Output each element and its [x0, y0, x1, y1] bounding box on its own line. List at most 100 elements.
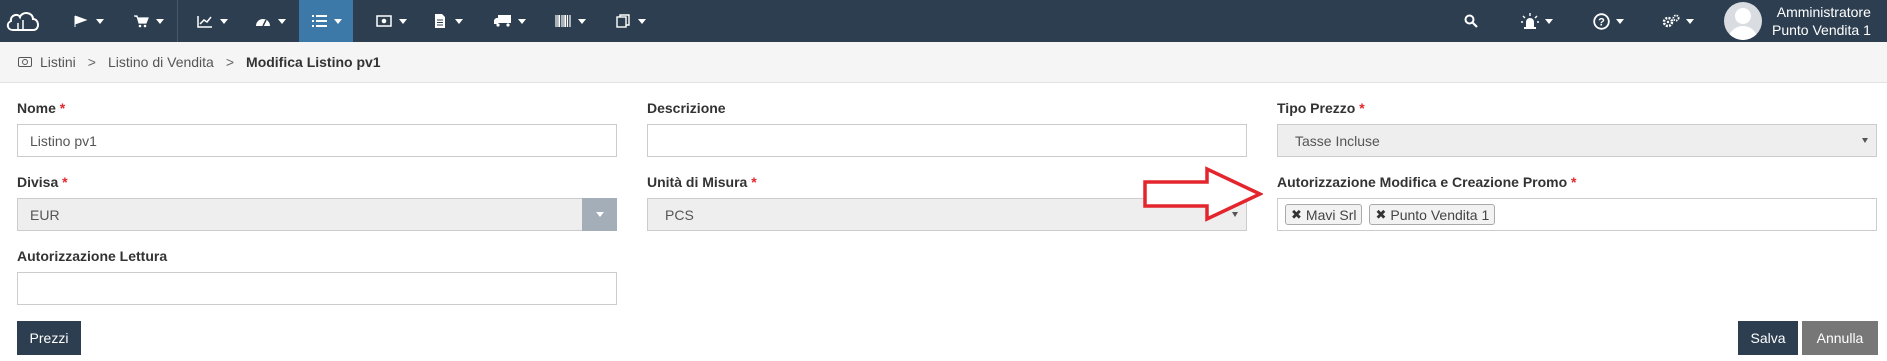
money-icon	[18, 57, 32, 67]
truck-icon	[494, 14, 512, 28]
help-menu[interactable]: ?	[1588, 0, 1628, 42]
search-button[interactable]	[1458, 0, 1484, 42]
user-menu[interactable]: Amministratore Punto Vendita 1	[1724, 0, 1871, 42]
tipo-prezzo-label-text: Tipo Prezzo	[1277, 100, 1356, 116]
autorizzazione-modifica-multiselect[interactable]: ✖ Mavi Srl ✖ Punto Vendita 1	[1277, 198, 1877, 231]
flag-icon	[72, 14, 90, 28]
line-chart-icon	[196, 14, 214, 28]
cloud-logo[interactable]	[0, 0, 46, 42]
menu-barcode[interactable]	[550, 0, 590, 42]
chevron-down-icon	[518, 18, 526, 24]
save-button[interactable]: Salva	[1738, 321, 1798, 355]
nome-label: Nome *	[17, 100, 65, 116]
avatar	[1724, 2, 1762, 40]
required-marker: *	[1571, 174, 1577, 190]
menu-statistics[interactable]	[192, 0, 232, 42]
user-store: Punto Vendita 1	[1772, 22, 1871, 38]
tag-label: Mavi Srl	[1305, 206, 1357, 223]
breadcrumb-separator: >	[87, 54, 96, 70]
chevron-down-icon	[278, 18, 286, 24]
list-icon	[310, 14, 328, 28]
chevron-down-icon	[1686, 18, 1694, 24]
tag-label: Punto Vendita 1	[1390, 206, 1490, 223]
autorizzazione-lettura-label: Autorizzazione Lettura	[17, 248, 167, 264]
divisa-label: Divisa *	[17, 174, 68, 190]
descrizione-label-text: Descrizione	[647, 100, 726, 116]
breadcrumb-item-listino-vendita[interactable]: Listino di Vendita	[108, 54, 214, 70]
autorizzazione-modifica-label-text: Autorizzazione Modifica e Creazione Prom…	[1277, 174, 1568, 190]
autorizzazione-lettura-input[interactable]	[17, 272, 617, 305]
cogs-icon	[1662, 14, 1680, 28]
prezzi-button[interactable]: Prezzi	[17, 321, 81, 355]
menu-lists[interactable]	[299, 0, 353, 42]
tipo-prezzo-select[interactable]: Tasse Incluse	[1277, 124, 1877, 157]
user-info: Amministratore Punto Vendita 1	[1772, 3, 1871, 39]
nav-divider	[177, 0, 178, 42]
menu-copy[interactable]	[610, 0, 650, 42]
cloud-icon	[6, 12, 39, 31]
nome-value: Listino pv1	[30, 132, 97, 149]
divisa-value: EUR	[30, 206, 60, 223]
breadcrumb-separator: >	[225, 54, 235, 70]
unita-misura-label: Unità di Misura *	[647, 174, 757, 190]
divisa-label-text: Divisa	[17, 174, 59, 190]
chevron-down-icon	[578, 18, 586, 24]
required-marker: *	[62, 174, 68, 190]
chevron-down-icon	[455, 18, 463, 24]
help-icon: ?	[1592, 12, 1610, 30]
chevron-down-icon	[334, 18, 342, 24]
remove-tag-icon[interactable]: ✖	[1291, 207, 1302, 223]
tipo-prezzo-value: Tasse Incluse	[1295, 132, 1380, 149]
tag-punto-vendita-1[interactable]: ✖ Punto Vendita 1	[1369, 204, 1496, 225]
chevron-down-icon	[1616, 18, 1624, 24]
autorizzazione-modifica-label: Autorizzazione Modifica e Creazione Prom…	[1277, 174, 1577, 190]
remove-tag-icon[interactable]: ✖	[1375, 207, 1386, 223]
chevron-down-icon	[96, 18, 104, 24]
chevron-down-icon	[156, 18, 164, 24]
barcode-icon	[554, 14, 572, 28]
chevron-down-icon	[638, 18, 646, 24]
required-marker: *	[1359, 100, 1365, 116]
divisa-select[interactable]: EUR	[17, 198, 617, 231]
annotation-arrow-icon	[1143, 166, 1263, 222]
nome-input[interactable]: Listino pv1	[17, 124, 617, 157]
menu-delivery[interactable]	[489, 0, 531, 42]
breadcrumb: Listini > Listino di Vendita > Modifica …	[0, 42, 1887, 83]
alerts-menu[interactable]	[1515, 0, 1559, 42]
descrizione-label: Descrizione	[647, 100, 726, 116]
select-arrow-icon	[1862, 138, 1868, 143]
unita-misura-value: PCS	[665, 206, 694, 223]
cart-icon	[132, 14, 150, 28]
svg-text:?: ?	[1598, 16, 1605, 28]
dashboard-icon	[254, 14, 272, 28]
menu-sales[interactable]	[130, 0, 166, 42]
file-icon	[431, 14, 449, 28]
menu-dashboard[interactable]	[250, 0, 290, 42]
alarm-icon	[1521, 13, 1539, 29]
top-navbar: ? Amministratore Punto Vendita 1	[0, 0, 1887, 42]
menu-documents[interactable]	[70, 0, 106, 42]
nome-label-text: Nome	[17, 100, 56, 116]
breadcrumb-item-listini[interactable]: Listini	[40, 54, 76, 70]
divisa-dropdown-button[interactable]	[582, 198, 617, 231]
chevron-down-icon	[220, 18, 228, 24]
chevron-down-icon	[1545, 18, 1553, 24]
autorizzazione-lettura-label-text: Autorizzazione Lettura	[17, 248, 168, 264]
unita-misura-label-text: Unità di Misura	[647, 174, 748, 190]
search-icon	[1462, 14, 1480, 28]
cancel-button[interactable]: Annulla	[1802, 321, 1878, 355]
tipo-prezzo-label: Tipo Prezzo *	[1277, 100, 1365, 116]
user-name: Amministratore	[1776, 4, 1871, 20]
chevron-down-icon	[595, 212, 604, 217]
menu-pricing[interactable]	[371, 0, 411, 42]
settings-menu[interactable]	[1658, 0, 1698, 42]
breadcrumb-current: Modifica Listino pv1	[246, 54, 381, 70]
copy-icon	[614, 14, 632, 28]
money-icon	[375, 14, 393, 28]
tag-mavi-srl[interactable]: ✖ Mavi Srl	[1285, 204, 1363, 225]
chevron-down-icon	[399, 18, 407, 24]
descrizione-input[interactable]	[647, 124, 1247, 157]
menu-files[interactable]	[429, 0, 465, 42]
required-marker: *	[59, 100, 66, 116]
required-marker: *	[751, 174, 757, 190]
